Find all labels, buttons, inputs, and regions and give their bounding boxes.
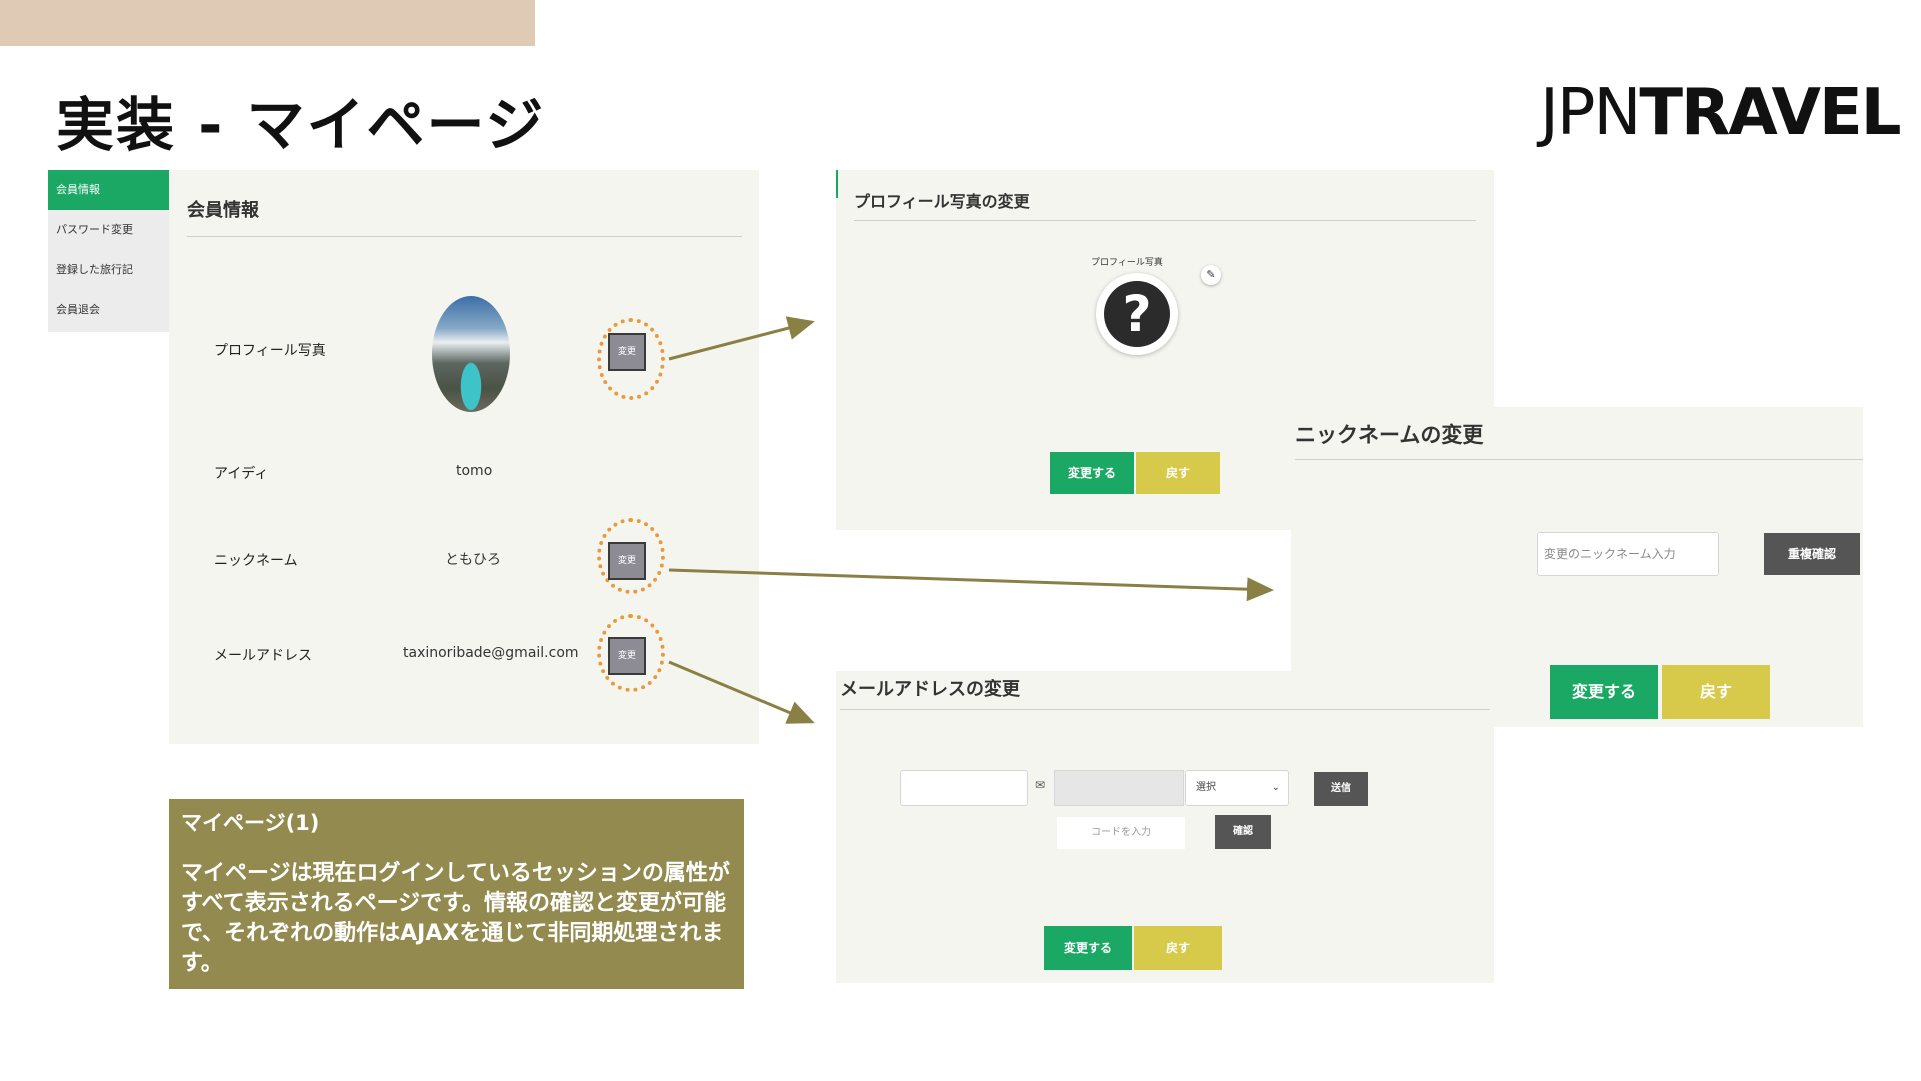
arrow-to-nickname-panel	[668, 568, 1274, 602]
arrow-to-photo-panel	[668, 316, 815, 361]
connector-arrows	[668, 316, 1274, 724]
arrow-to-email-panel	[668, 660, 815, 724]
